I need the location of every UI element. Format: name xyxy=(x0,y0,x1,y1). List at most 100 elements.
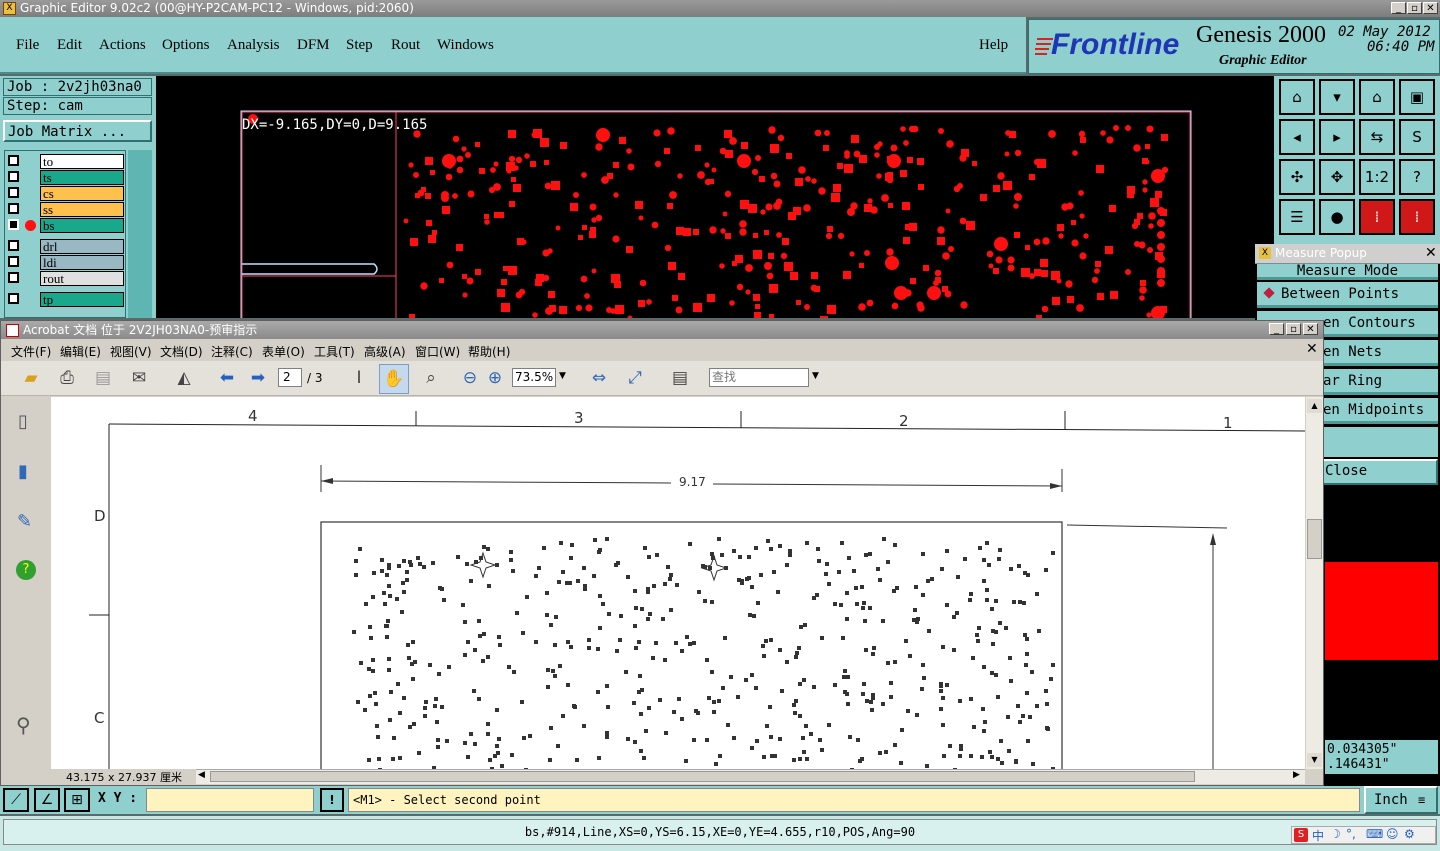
layer-row-ldi[interactable]: ldi xyxy=(6,255,124,270)
open-folder-icon[interactable]: ▰ xyxy=(19,366,43,390)
pan-right-icon[interactable]: ▸ xyxy=(1319,119,1355,155)
acrobat-close-button[interactable]: ✕ xyxy=(1303,323,1318,335)
acro-menu-tools[interactable]: 工具(T) xyxy=(314,343,355,360)
single-page-icon[interactable]: ▤ xyxy=(668,366,692,390)
save-icon[interactable]: ▤ xyxy=(91,366,115,390)
alert-icon[interactable]: ! xyxy=(320,788,344,812)
layer-checkbox[interactable] xyxy=(8,272,19,283)
net-icon[interactable]: ⁞ xyxy=(1359,199,1395,235)
zoom-out-icon[interactable]: ⊖ xyxy=(458,366,482,390)
minimize-button[interactable]: _ xyxy=(1391,2,1406,14)
prev-page-icon[interactable]: ⬅ xyxy=(215,366,239,390)
scroll-right-icon[interactable]: ▶ xyxy=(1293,770,1300,780)
search-dropdown-icon[interactable]: ▼ xyxy=(812,371,819,381)
layer-name[interactable]: drl xyxy=(40,239,124,254)
fit-width-icon[interactable]: ⇔ xyxy=(587,366,611,390)
acro-menu-advanced[interactable]: 高级(A) xyxy=(364,343,406,360)
layer-name[interactable]: cs xyxy=(40,186,124,201)
zoom-dropdown-icon[interactable]: ▼ xyxy=(559,371,566,381)
home-icon[interactable]: ⌂ xyxy=(1279,79,1315,115)
layer-checkbox[interactable] xyxy=(8,187,19,198)
select-text-icon[interactable]: I xyxy=(347,366,371,390)
acro-menu-file[interactable]: 文件(F) xyxy=(11,343,51,360)
connect-icon[interactable]: ⁞ xyxy=(1399,199,1435,235)
hand-tool-icon[interactable]: ✋ xyxy=(379,364,409,394)
redraw-icon[interactable]: S xyxy=(1399,119,1435,155)
layer-name[interactable]: bs xyxy=(40,218,124,233)
help-icon[interactable]: ? xyxy=(1399,159,1435,195)
email-icon[interactable]: ✉ xyxy=(127,366,151,390)
save-icon[interactable]: ▾ xyxy=(1319,79,1355,115)
mode-between-points[interactable]: Between Points xyxy=(1257,282,1438,308)
layer-row-ss[interactable]: ss xyxy=(6,202,124,217)
layer-row-to[interactable]: to xyxy=(6,154,124,169)
fit-page-icon[interactable]: ⤢ xyxy=(623,366,647,390)
pcb-board-view[interactable] xyxy=(156,76,1274,324)
house-icon[interactable]: ⌂ xyxy=(1359,79,1395,115)
layer-checkbox[interactable] xyxy=(8,240,19,251)
acro-menu-help[interactable]: 帮助(H) xyxy=(468,343,510,360)
grid-mode-icon[interactable]: ⊞ xyxy=(64,788,90,812)
pdf-horizontal-scrollbar[interactable]: ◀ ▶ xyxy=(196,769,1305,784)
mirror-icon[interactable]: ⇆ xyxy=(1359,119,1395,155)
layer-checkbox[interactable] xyxy=(8,171,19,182)
signatures-icon[interactable]: ✎ xyxy=(17,511,32,532)
create-pdf-icon[interactable]: ◭ xyxy=(172,366,196,390)
layer-row-tp[interactable]: tp xyxy=(6,292,124,307)
layer-name[interactable]: ts xyxy=(40,170,124,185)
acrobat-minimize-button[interactable]: _ xyxy=(1269,323,1284,335)
layer-name[interactable]: rout xyxy=(40,271,124,286)
acro-menu-document[interactable]: 文档(D) xyxy=(160,343,203,360)
ime-punct-icon[interactable]: °, xyxy=(1346,827,1356,841)
scroll-left-icon[interactable]: ◀ xyxy=(198,770,205,780)
layer-row-cs[interactable]: cs xyxy=(6,186,124,201)
snap-mode-icon[interactable]: ⟋ xyxy=(3,788,29,812)
menu-help[interactable]: Help xyxy=(979,37,1008,54)
print-icon[interactable]: ⎙ xyxy=(55,366,79,390)
layer-name[interactable]: ss xyxy=(40,202,124,217)
ime-keyboard-icon[interactable]: ⌨ xyxy=(1366,827,1383,841)
graphics-canvas[interactable]: DX=-9.165,DY=0,D=9.165 xyxy=(156,76,1274,324)
zoom-home-icon[interactable]: ✥ xyxy=(1319,159,1355,195)
unit-selector[interactable]: Inch ≡ xyxy=(1364,786,1438,814)
layer-name[interactable]: tp xyxy=(40,292,124,307)
xy-input[interactable] xyxy=(146,788,314,812)
angle-mode-icon[interactable]: ∠ xyxy=(34,788,60,812)
maximize-button[interactable]: ▫ xyxy=(1407,2,1422,14)
zoom-in-icon[interactable]: ⊕ xyxy=(483,366,507,390)
scale-icon[interactable]: 1:2 xyxy=(1359,159,1395,195)
settings-icon[interactable]: ☰ xyxy=(1279,199,1315,235)
ime-user-icon[interactable]: ☺ xyxy=(1386,827,1399,841)
menu-dfm[interactable]: DFM xyxy=(297,37,330,54)
ime-moon-icon[interactable]: ☽ xyxy=(1330,827,1341,841)
scroll-up-icon[interactable]: ▲ xyxy=(1307,399,1322,413)
pages-icon[interactable]: ▯ xyxy=(18,411,28,432)
layer-row-rout[interactable]: rout xyxy=(6,271,124,286)
menu-options[interactable]: Options xyxy=(162,37,210,54)
scroll-thumb[interactable] xyxy=(1307,519,1322,559)
acro-menu-forms[interactable]: 表单(O) xyxy=(262,343,305,360)
layer-row-ts[interactable]: ts xyxy=(6,170,124,185)
snap-icon[interactable]: ● xyxy=(1319,199,1355,235)
scroll-down-icon[interactable]: ▼ xyxy=(1307,753,1322,767)
acrobat-maximize-button[interactable]: ▫ xyxy=(1286,323,1301,335)
acro-menu-edit[interactable]: 编辑(E) xyxy=(60,343,101,360)
pdf-vertical-scrollbar[interactable]: ▲ ▼ xyxy=(1306,397,1323,769)
next-page-icon[interactable]: ➡ xyxy=(246,366,270,390)
menu-rout[interactable]: Rout xyxy=(391,37,420,54)
close-button[interactable]: ✕ xyxy=(1423,2,1438,14)
pdf-page-view[interactable]: 4 3 2 1 D C 9.17 xyxy=(51,397,1305,769)
layer-checkbox[interactable] xyxy=(8,256,19,267)
zoom-level-input[interactable]: 73.5% xyxy=(512,368,556,387)
layer-checkbox[interactable] xyxy=(8,219,19,230)
layer-name[interactable]: ldi xyxy=(40,255,124,270)
menu-step[interactable]: Step xyxy=(346,37,373,54)
hscroll-thumb[interactable] xyxy=(210,771,1195,782)
acro-menu-window[interactable]: 窗口(W) xyxy=(415,343,460,360)
acro-menu-comments[interactable]: 注释(C) xyxy=(211,343,253,360)
layer-checkbox[interactable] xyxy=(8,155,19,166)
attachments-icon[interactable]: ⚲ xyxy=(16,713,31,737)
ime-toolbar[interactable]: S 中 ☽ °, ⌨ ☺ ⚙ xyxy=(1291,826,1436,844)
layer-row-drl[interactable]: drl xyxy=(6,239,124,254)
zoom-fit-icon[interactable]: ✣ xyxy=(1279,159,1315,195)
